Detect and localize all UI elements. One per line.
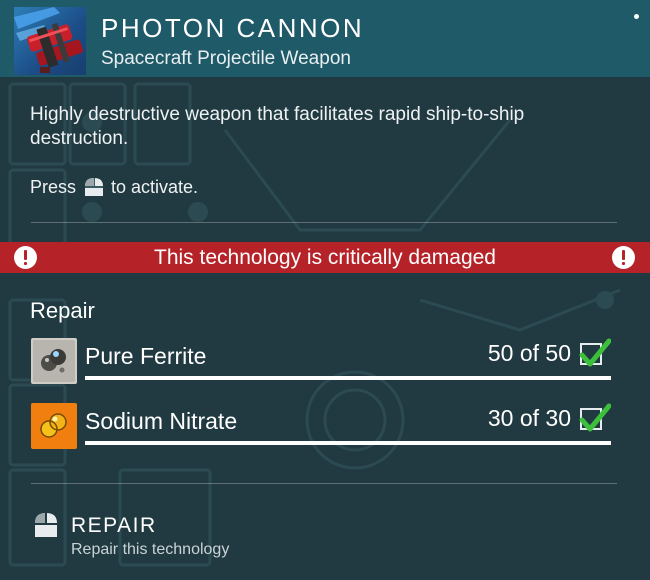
warning-icon — [612, 246, 635, 269]
activate-hint: Press to activate. — [30, 176, 198, 198]
photon-cannon-icon — [14, 7, 86, 75]
divider — [31, 483, 617, 484]
repair-material-row: Sodium Nitrate 30 of 30 — [31, 403, 612, 453]
material-progress-bar — [85, 441, 611, 445]
material-name: Sodium Nitrate — [85, 408, 238, 434]
mouse-button-icon[interactable] — [31, 510, 61, 540]
material-name: Pure Ferrite — [85, 343, 207, 369]
repair-action-button[interactable]: REPAIR — [71, 514, 157, 538]
repair-action-description: Repair this technology — [71, 541, 230, 558]
checkmark-icon — [577, 338, 612, 368]
material-progress-bar — [85, 376, 611, 380]
activate-prefix: Press — [30, 176, 77, 197]
mouse-button-icon — [82, 176, 106, 198]
material-amount: 30 of 30 — [487, 405, 571, 431]
indicator-dot — [634, 14, 639, 19]
activate-suffix: to activate. — [111, 176, 199, 197]
repair-heading: Repair — [30, 298, 95, 323]
item-header: PHOTON CANNON Spacecraft Projectile Weap… — [0, 0, 650, 77]
sodium-nitrate-icon — [31, 403, 77, 449]
damage-warning-text: This technology is critically damaged — [154, 246, 496, 269]
material-amount: 50 of 50 — [487, 340, 571, 366]
damage-warning-banner: This technology is critically damaged — [0, 242, 650, 273]
divider — [31, 222, 617, 223]
item-description: Highly destructive weapon that facilitat… — [30, 104, 525, 149]
background-scene — [8, 82, 621, 567]
pure-ferrite-icon — [31, 338, 77, 384]
checkmark-icon — [577, 403, 612, 433]
repair-material-row: Pure Ferrite 50 of 50 — [31, 338, 612, 388]
item-title: PHOTON CANNON — [101, 13, 365, 43]
item-type: Spacecraft Projectile Weapon — [101, 48, 351, 69]
